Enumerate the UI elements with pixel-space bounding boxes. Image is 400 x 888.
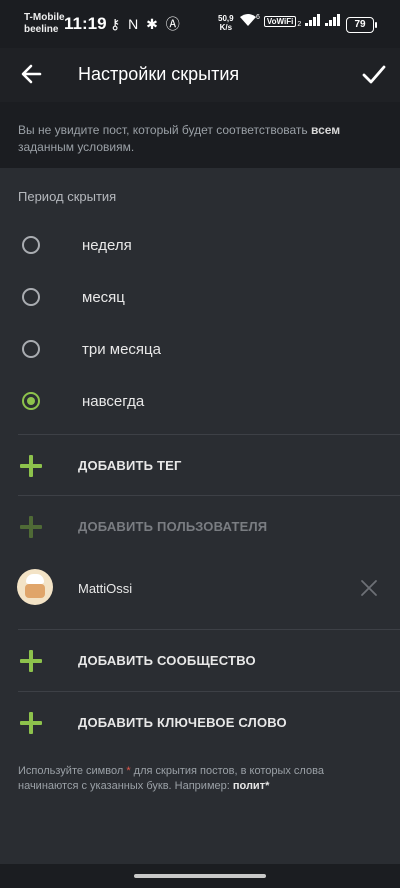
info-notice: Вы не увидите пост, который будет соотве…: [0, 102, 400, 168]
check-icon: [362, 65, 386, 84]
network-speed-value: 50,9: [218, 14, 234, 23]
arrow-left-icon: [21, 64, 42, 84]
clock: 11:19: [64, 14, 107, 33]
avatar: [17, 569, 53, 605]
add-user-label: ДОБАВИТЬ ПОЛЬЗОВАТЕЛЯ: [78, 519, 268, 534]
radio-label: три месяца: [82, 341, 161, 358]
radio-button[interactable]: [22, 288, 40, 306]
add-tag-label: ДОБАВИТЬ ТЕГ: [78, 458, 182, 473]
remove-user-button[interactable]: [358, 577, 380, 599]
close-icon: [361, 580, 377, 596]
radio-button-selected[interactable]: [22, 392, 40, 410]
plus-icon: [20, 712, 42, 734]
add-user-button[interactable]: ДОБАВИТЬ ПОЛЬЗОВАТЕЛЯ: [0, 496, 400, 556]
carrier-1: T-Mobile: [24, 12, 65, 23]
plus-icon: [20, 650, 42, 672]
radio-option-three-months[interactable]: три месяца: [0, 325, 400, 377]
page-title: Настройки скрытия: [78, 64, 240, 84]
back-button[interactable]: [18, 60, 46, 88]
status-icons-right: 6 VoWiFi 2: [240, 14, 341, 29]
avatar-face-shape: [25, 584, 45, 598]
home-gesture-handle[interactable]: [134, 874, 266, 878]
hint-part-1: Используйте символ: [18, 765, 127, 777]
vowifi-badge: VoWiFi: [263, 16, 297, 27]
radio-label: неделя: [82, 237, 132, 254]
signal-icon-1: [305, 14, 321, 29]
wifi-icon: [240, 14, 256, 29]
network-speed: 50,9 K/s: [218, 14, 234, 32]
signal-icon-2: [325, 14, 341, 29]
radio-button[interactable]: [22, 340, 40, 358]
battery-indicator: 79: [346, 17, 377, 33]
carrier-2: beeline: [24, 24, 59, 35]
radio-option-month[interactable]: месяц: [0, 273, 400, 325]
radio-option-forever[interactable]: навсегда: [0, 377, 400, 429]
hint-text: Используйте символ * для скрытия постов,…: [18, 764, 382, 794]
system-navigation-bar: [0, 864, 400, 888]
plus-icon: [20, 516, 42, 538]
plus-icon: [20, 455, 42, 477]
radio-label: навсегда: [82, 393, 145, 410]
radio-button[interactable]: [22, 236, 40, 254]
notice-text: Вы не увидите пост, который будет соотве…: [18, 122, 382, 156]
carrier-names: T-Mobile beeline: [24, 12, 65, 36]
vowifi-sim: 2: [297, 21, 302, 28]
add-community-button[interactable]: ДОБАВИТЬ СООБЩЕСТВО: [0, 630, 400, 690]
add-keyword-label: ДОБАВИТЬ КЛЮЧЕВОЕ СЛОВО: [78, 715, 287, 730]
notice-text-start: Вы не увидите пост, который будет соотве…: [18, 123, 311, 137]
user-list-item: MattiOssi: [0, 558, 400, 618]
add-keyword-button[interactable]: ДОБАВИТЬ КЛЮЧЕВОЕ СЛОВО: [0, 692, 400, 752]
avatar-hat-shape: [26, 574, 44, 584]
hint-example: полит*: [232, 780, 270, 792]
notice-text-bold: всем: [310, 123, 341, 137]
user-name: MattiOssi: [78, 581, 133, 596]
status-icons-left: ⚷ N ✱ Ⓐ: [110, 16, 182, 32]
period-section-label: Период скрытия: [18, 189, 117, 204]
radio-option-week[interactable]: неделя: [0, 221, 400, 273]
notice-text-end: заданным условиям.: [18, 140, 135, 154]
radio-label: месяц: [82, 289, 125, 306]
app-bar: Настройки скрытия: [0, 48, 400, 102]
network-speed-unit: K/s: [219, 23, 233, 32]
status-bar: T-Mobile beeline 11:19 ⚷ N ✱ Ⓐ 50,9 K/s …: [0, 0, 400, 48]
wifi-band: 6: [256, 14, 260, 21]
add-tag-button[interactable]: ДОБАВИТЬ ТЕГ: [0, 435, 400, 495]
confirm-button[interactable]: [360, 60, 388, 88]
add-community-label: ДОБАВИТЬ СООБЩЕСТВО: [78, 653, 256, 668]
